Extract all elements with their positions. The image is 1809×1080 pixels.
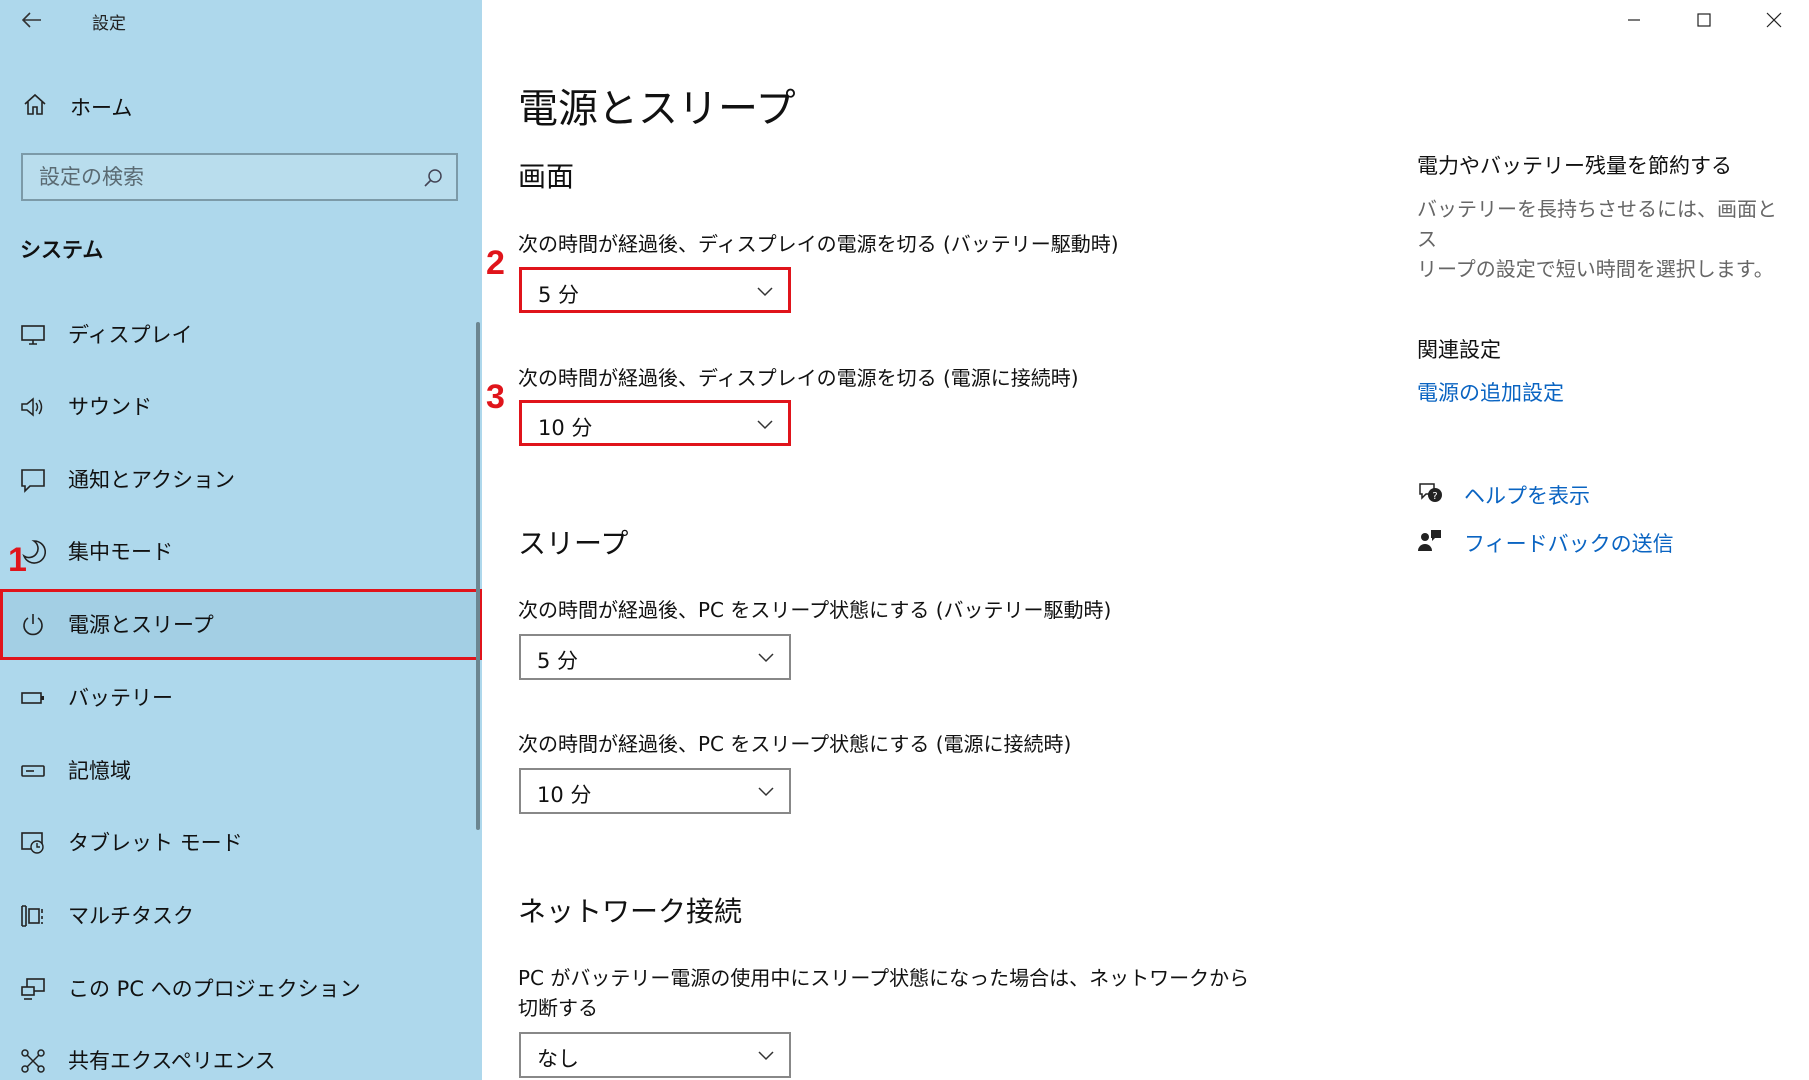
annotation-marker-1: 1 <box>8 541 27 579</box>
network-label-line2: 切断する <box>518 996 598 1020</box>
chevron-down-icon <box>757 420 773 430</box>
screen-plugged-dropdown[interactable]: 10 分 <box>519 400 791 446</box>
sleep-heading: スリープ <box>518 527 629 560</box>
sidebar-item-multitask[interactable]: マルチタスク <box>0 880 482 951</box>
storage-icon <box>21 765 45 777</box>
page-title: 電源とスリープ <box>518 86 796 132</box>
network-label-line1: PC がバッテリー電源の使用中にスリープ状態になった場合は、ネットワークから <box>518 966 1250 990</box>
titlebar-left: 設定 <box>0 0 482 40</box>
sidebar-item-projection[interactable]: この PC へのプロジェクション <box>0 953 482 1024</box>
back-button[interactable] <box>18 6 46 34</box>
sidebar-item-label: ディスプレイ <box>68 323 193 347</box>
tablet-icon <box>21 832 44 854</box>
sidebar-item-shared-experiences[interactable]: 共有エクスペリエンス <box>0 1025 482 1080</box>
get-help-link[interactable]: ヘルプを表示 <box>1464 480 1590 510</box>
network-dropdown[interactable]: なし <box>519 1032 791 1078</box>
sidebar-item-label: バッテリー <box>68 686 173 710</box>
sidebar-item-label: サウンド <box>68 395 152 419</box>
notification-icon <box>21 469 45 493</box>
dropdown-value: 5 分 <box>537 649 579 673</box>
related-settings-title: 関連設定 <box>1417 338 1501 362</box>
sidebar-item-battery[interactable]: バッテリー <box>0 662 482 733</box>
sleep-battery-dropdown[interactable]: 5 分 <box>519 634 791 680</box>
screen-battery-dropdown[interactable]: 5 分 <box>519 267 791 313</box>
chevron-down-icon <box>757 287 773 297</box>
sidebar-item-label: 電源とスリープ <box>68 613 214 637</box>
sidebar-item-storage[interactable]: 記憶域 <box>0 735 482 806</box>
screen-battery-label: 次の時間が経過後、ディスプレイの電源を切る (バッテリー駆動時) <box>518 232 1119 256</box>
svg-text:?: ? <box>1432 491 1437 502</box>
help-chat-icon: ? <box>1419 483 1442 502</box>
chevron-down-icon <box>758 1051 774 1061</box>
dropdown-value: 10 分 <box>537 783 592 807</box>
additional-power-settings-link[interactable]: 電源の追加設定 <box>1417 377 1564 407</box>
battery-icon <box>21 692 44 704</box>
sidebar-item-label: 通知とアクション <box>68 468 235 492</box>
home-icon <box>24 93 46 115</box>
sidebar-item-label: ホーム <box>70 96 133 120</box>
shared-experience-icon <box>21 1049 45 1073</box>
sidebar-item-home[interactable]: ホーム <box>0 82 482 128</box>
sidebar-item-focus[interactable]: 集中モード <box>0 516 482 587</box>
annotation-marker-3: 3 <box>486 378 505 416</box>
chevron-down-icon <box>758 787 774 797</box>
main-content: 電源とスリープ 画面 次の時間が経過後、ディスプレイの電源を切る (バッテリー駆… <box>482 0 1382 1080</box>
search-box[interactable] <box>21 153 458 201</box>
related-panel: 電力やバッテリー残量を節約する バッテリーを長持ちさせるには、画面とス リープの… <box>1417 0 1809 1080</box>
back-arrow-icon <box>22 12 41 28</box>
chevron-down-icon <box>758 653 774 663</box>
sidebar: 設定 ホーム システム ディスプレイ サウンド <box>0 0 482 1080</box>
app-title: 設定 <box>92 14 126 34</box>
sleep-plugged-dropdown[interactable]: 10 分 <box>519 768 791 814</box>
feedback-person-icon <box>1418 530 1441 551</box>
save-power-desc-line1: バッテリーを長持ちさせるには、画面とス <box>1417 197 1777 251</box>
dropdown-value: なし <box>537 1047 579 1071</box>
sidebar-item-label: この PC へのプロジェクション <box>68 977 361 1001</box>
multitask-icon <box>21 905 43 927</box>
sidebar-item-label: 集中モード <box>68 540 173 564</box>
network-heading: ネットワーク接続 <box>518 895 743 928</box>
save-power-desc-line2: リープの設定で短い時間を選択します。 <box>1417 257 1774 281</box>
sidebar-item-sound[interactable]: サウンド <box>0 371 482 442</box>
power-icon <box>23 614 43 636</box>
sidebar-item-tablet[interactable]: タブレット モード <box>0 807 482 878</box>
sidebar-item-label: マルチタスク <box>68 904 194 928</box>
speaker-icon <box>21 397 43 417</box>
sidebar-item-label: 記憶域 <box>68 759 131 783</box>
sidebar-item-label: タブレット モード <box>68 831 243 855</box>
save-power-title: 電力やバッテリー残量を節約する <box>1417 154 1732 178</box>
search-input[interactable] <box>39 165 419 189</box>
display-icon <box>21 325 45 345</box>
sidebar-item-label: 共有エクスペリエンス <box>68 1049 276 1073</box>
projection-icon <box>21 978 45 1000</box>
save-power-description: バッテリーを長持ちさせるには、画面とス リープの設定で短い時間を選択します。 <box>1417 194 1787 284</box>
search-icon[interactable] <box>422 167 444 189</box>
sidebar-item-display[interactable]: ディスプレイ <box>0 299 482 370</box>
annotation-marker-2: 2 <box>486 244 505 282</box>
sidebar-item-power-sleep[interactable]: 電源とスリープ <box>0 589 482 660</box>
dropdown-value: 10 分 <box>538 416 593 440</box>
sidebar-item-notifications[interactable]: 通知とアクション <box>0 444 482 515</box>
sleep-plugged-label: 次の時間が経過後、PC をスリープ状態にする (電源に接続時) <box>518 732 1072 756</box>
screen-plugged-label: 次の時間が経過後、ディスプレイの電源を切る (電源に接続時) <box>518 366 1079 390</box>
send-feedback-link[interactable]: フィードバックの送信 <box>1464 528 1674 558</box>
sleep-battery-label: 次の時間が経過後、PC をスリープ状態にする (バッテリー駆動時) <box>518 598 1112 622</box>
sidebar-scrollbar[interactable] <box>476 322 480 830</box>
dropdown-value: 5 分 <box>538 283 580 307</box>
section-heading: システム <box>20 238 104 262</box>
screen-heading: 画面 <box>518 160 575 193</box>
